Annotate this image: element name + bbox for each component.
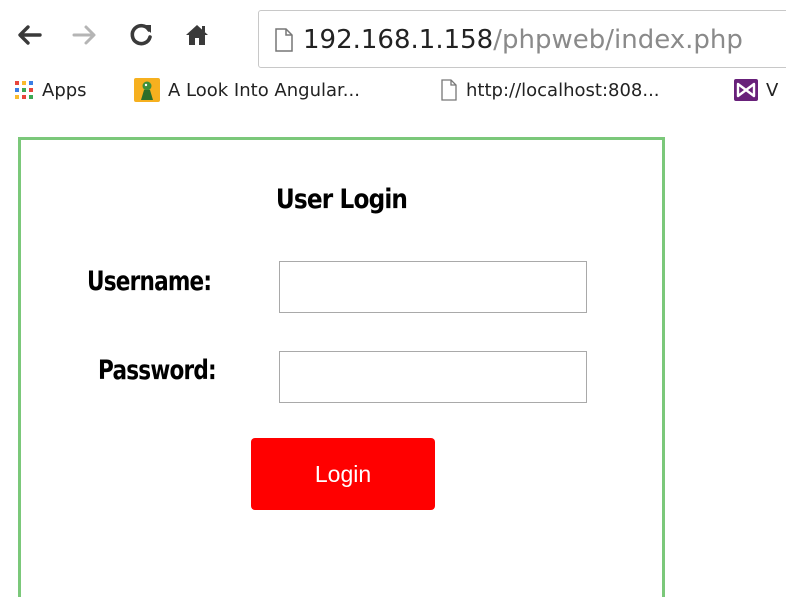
username-label: Username: [87,266,212,297]
bookmark-angular[interactable]: A Look Into Angular... [134,76,360,104]
username-input[interactable] [279,261,587,313]
forward-arrow-icon[interactable] [68,18,102,52]
bookmark-localhost[interactable]: http://localhost:808... [440,76,660,104]
bookmark-label: A Look Into Angular... [168,79,360,101]
navigation-bar: 192.168.1.158/phpweb/index.php [0,0,786,78]
url-host: 192.168.1.158 [303,25,494,55]
bookmark-visual-studio[interactable]: V [734,76,786,104]
url-path: /phpweb/index.php [493,25,743,55]
page-icon [441,79,457,101]
password-label: Password: [98,355,217,386]
apps-grid-icon [15,81,33,99]
back-arrow-icon[interactable] [12,18,46,52]
browser-chrome: 192.168.1.158/phpweb/index.php Apps A Lo… [0,0,786,120]
password-input[interactable] [279,351,587,403]
login-form: User Login Username: Password: Login [18,137,665,597]
bookmark-label: http://localhost:808... [466,79,660,101]
angular-bookmark-icon [134,78,160,102]
login-title: User Login [275,184,408,215]
bookmark-label: V [766,79,779,101]
login-button[interactable]: Login [251,438,435,510]
home-icon[interactable] [180,18,214,52]
bookmark-label: Apps [42,79,87,101]
bookmark-apps[interactable]: Apps [14,76,87,104]
address-bar[interactable]: 192.168.1.158/phpweb/index.php [258,10,786,68]
visual-studio-icon [734,79,758,101]
reload-icon[interactable] [124,18,158,52]
page-icon [275,28,293,52]
url-text: 192.168.1.158/phpweb/index.php [303,21,743,59]
bookmarks-bar: Apps A Look Into Angular... http://local… [0,72,786,106]
